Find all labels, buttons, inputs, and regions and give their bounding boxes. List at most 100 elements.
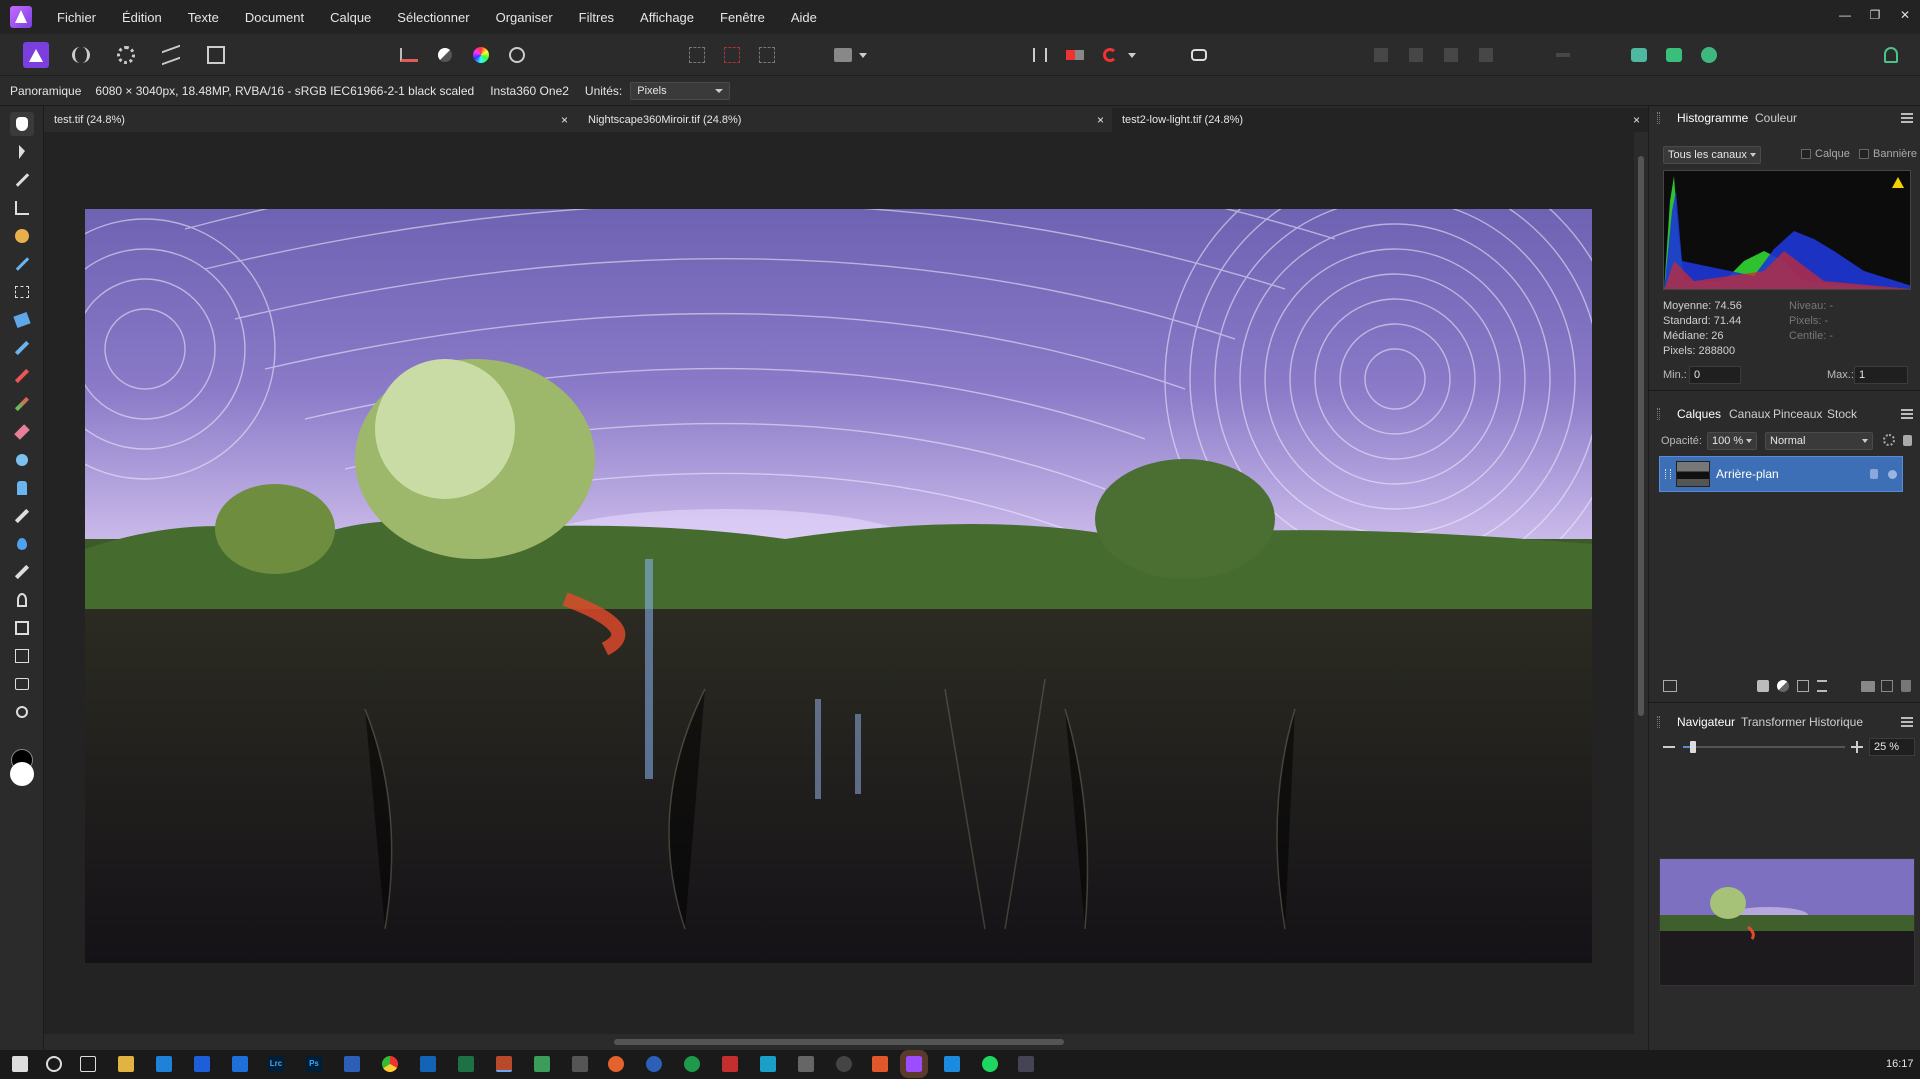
primary-color-swatch[interactable] (10, 762, 34, 786)
auto-contrast-button[interactable] (432, 42, 458, 68)
pixel-tool-button[interactable] (10, 364, 34, 388)
panorama-image[interactable] (85, 209, 1592, 963)
tab-canaux[interactable]: Canaux (1729, 407, 1770, 421)
add-pixel-layer-icon[interactable] (1817, 680, 1827, 692)
liquify-persona-button[interactable] (68, 42, 94, 68)
gradient-tool-button[interactable] (10, 560, 34, 584)
layer-settings-gear-icon[interactable] (1883, 434, 1895, 446)
account-button[interactable] (1878, 42, 1904, 68)
menu-fichier[interactable]: Fichier (44, 10, 109, 25)
lightroom-icon[interactable]: Lrc (268, 1056, 284, 1072)
color-replacement-tool-button[interactable] (10, 392, 34, 416)
add-mask-icon[interactable] (1757, 680, 1769, 692)
arrange-back-button[interactable] (1368, 42, 1394, 68)
menu-selectionner[interactable]: Sélectionner (384, 10, 482, 25)
panel-menu-icon[interactable] (1901, 409, 1913, 419)
crop-tool-button[interactable] (10, 196, 34, 220)
arrange-backward-button[interactable] (1403, 42, 1429, 68)
restore-button[interactable]: ❐ (1860, 0, 1890, 30)
vertical-scroll-thumb[interactable] (1638, 156, 1644, 716)
studio-button[interactable] (1661, 42, 1687, 68)
affinity-designer-icon[interactable] (944, 1056, 960, 1072)
marquee-tool-button[interactable] (10, 280, 34, 304)
rotate-button[interactable] (1097, 42, 1123, 68)
tab-pinceaux[interactable]: Pinceaux (1773, 407, 1822, 421)
lock-icon[interactable] (1903, 435, 1912, 446)
menu-organiser[interactable]: Organiser (483, 10, 566, 25)
menu-fenetre[interactable]: Fenêtre (707, 10, 778, 25)
auto-color-button[interactable] (468, 42, 494, 68)
layer-lock-icon[interactable] (1870, 469, 1878, 479)
menu-affichage[interactable]: Affichage (627, 10, 707, 25)
tab-calques[interactable]: Calques (1677, 407, 1721, 421)
mesh-warp-tool-button[interactable] (10, 672, 34, 696)
tab-historique[interactable]: Historique (1809, 715, 1863, 729)
assistant-button[interactable] (1186, 42, 1212, 68)
edge-icon[interactable] (232, 1056, 248, 1072)
develop-persona-button[interactable] (113, 42, 139, 68)
mail-icon[interactable] (194, 1056, 210, 1072)
photo-persona-button[interactable] (23, 42, 49, 68)
align-button[interactable] (1027, 42, 1053, 68)
tab-transformer[interactable]: Transformer (1741, 715, 1806, 729)
flood-fill-tool-button[interactable] (10, 308, 34, 332)
zoom-out-icon[interactable] (1663, 746, 1675, 748)
erase-tool-button[interactable] (10, 420, 34, 444)
menu-calque[interactable]: Calque (317, 10, 384, 25)
app-icon[interactable] (684, 1056, 700, 1072)
units-select[interactable]: Pixels (630, 81, 731, 100)
spotify-icon[interactable] (982, 1056, 998, 1072)
move-tool-button[interactable] (10, 140, 34, 164)
rotate-dropdown[interactable] (1125, 42, 1139, 68)
add-live-filter-icon[interactable] (1797, 680, 1809, 692)
tab-nightscape360miroir[interactable]: Nightscape360Miroir.tif (24.8%) × (578, 108, 1112, 132)
zoom-in-icon[interactable] (1851, 741, 1863, 753)
layer-options-icon[interactable] (1663, 680, 1677, 692)
zoom-tool-button[interactable] (10, 700, 34, 724)
quick-mask-button[interactable] (830, 42, 856, 68)
max-input[interactable]: 1 (1854, 366, 1908, 384)
tab-navigateur[interactable]: Navigateur (1677, 715, 1735, 729)
levels-button[interactable] (396, 42, 422, 68)
blur-tool-button[interactable] (10, 532, 34, 556)
layer-row[interactable]: Arrière-plan (1659, 456, 1903, 492)
task-view-icon[interactable] (80, 1056, 96, 1072)
zoom-slider-thumb[interactable] (1689, 741, 1696, 753)
store-icon[interactable] (156, 1056, 172, 1072)
color-picker-tool-button[interactable] (10, 168, 34, 192)
opacity-select[interactable]: 100 % (1707, 432, 1757, 450)
selection-mode-new-button[interactable] (684, 42, 710, 68)
blend-mode-select[interactable]: Normal (1765, 432, 1873, 450)
active-app-icon[interactable] (496, 1056, 512, 1072)
rectangle-tool-button[interactable] (10, 616, 34, 640)
photoshop-icon[interactable]: Ps (306, 1056, 322, 1072)
app-icon[interactable] (836, 1056, 852, 1072)
file-explorer-icon[interactable] (118, 1056, 134, 1072)
drag-handle-icon[interactable] (1665, 469, 1671, 479)
menu-aide[interactable]: Aide (778, 10, 830, 25)
auto-white-balance-button[interactable] (504, 42, 530, 68)
close-tab-icon[interactable]: × (1633, 108, 1640, 132)
clone-tool-button[interactable] (10, 476, 34, 500)
tab-test-tif[interactable]: test.tif (24.8%) × (44, 108, 576, 132)
app-icon[interactable] (646, 1056, 662, 1072)
brave-icon[interactable] (608, 1056, 624, 1072)
arrange-forward-button[interactable] (1438, 42, 1464, 68)
app-icon[interactable] (760, 1056, 776, 1072)
banner-checkbox[interactable] (1859, 149, 1869, 159)
add-group-icon[interactable] (1861, 681, 1875, 692)
panel-menu-icon[interactable] (1901, 717, 1913, 727)
tab-stock[interactable]: Stock (1827, 407, 1857, 421)
selection-invert-button[interactable] (754, 42, 780, 68)
dodge-tool-button[interactable] (10, 448, 34, 472)
text-tool-button[interactable] (10, 644, 34, 668)
app-icon[interactable] (1018, 1056, 1034, 1072)
selection-brush-tool-button[interactable] (10, 224, 34, 248)
layer-name[interactable]: Arrière-plan (1716, 467, 1779, 481)
flip-button[interactable] (1062, 42, 1088, 68)
vertical-scrollbar[interactable] (1634, 132, 1648, 1034)
pen-tool-button[interactable] (10, 588, 34, 612)
app-icon[interactable] (872, 1056, 888, 1072)
distribute-button[interactable] (1550, 42, 1576, 68)
tone-mapping-persona-button[interactable] (158, 42, 184, 68)
